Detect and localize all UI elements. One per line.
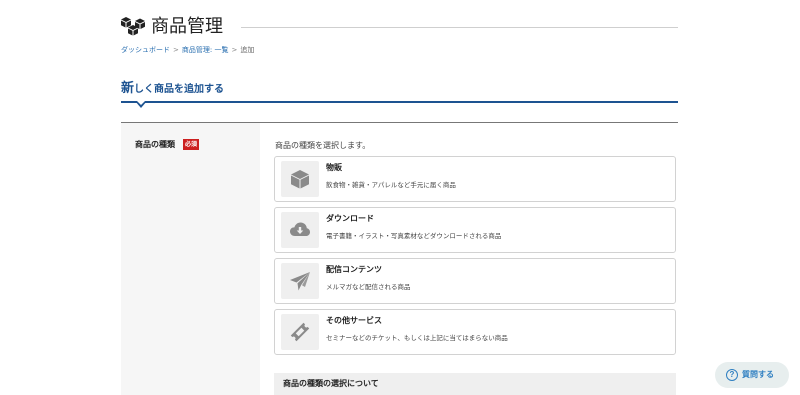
option-physical-goods[interactable]: 物販 飲食物・雑貨・アパレルなど手元に届く商品 xyxy=(274,156,676,202)
breadcrumb-product-list[interactable]: 商品管理: 一覧 xyxy=(182,46,229,54)
option-delivery-content[interactable]: 配信コンテンツ メルマガなど配信される商品 xyxy=(274,258,676,304)
about-selection-box: 商品の種類の選択について xyxy=(274,373,676,395)
breadcrumb-dashboard[interactable]: ダッシュボード xyxy=(121,46,170,54)
help-button[interactable]: ? 質問する xyxy=(715,362,789,388)
option-download[interactable]: ダウンロード 電子書籍・イラスト・写真素材などダウンロードされる商品 xyxy=(274,207,676,253)
required-badge: 必須 xyxy=(183,139,200,150)
question-circle-icon: ? xyxy=(726,369,738,381)
section-title-initial: 新 xyxy=(121,81,135,96)
option-title: ダウンロード xyxy=(326,214,374,223)
option-icon-box xyxy=(281,212,319,248)
section-title-rest: しく商品を追加する xyxy=(134,84,225,95)
option-description: メルマガなど配信される商品 xyxy=(326,283,411,291)
box-icon xyxy=(291,170,309,189)
option-title: 配信コンテンツ xyxy=(326,265,382,274)
ticket-icon xyxy=(290,322,310,342)
header-rule xyxy=(241,27,678,28)
form-label-column xyxy=(121,123,260,395)
option-icon-box xyxy=(281,161,319,197)
option-description: セミナーなどのチケット、もしくは上記に当てはまらない商品 xyxy=(326,334,508,342)
breadcrumb-separator: > xyxy=(173,46,179,54)
cloud-download-icon xyxy=(290,222,310,236)
field-label-product-type: 商品の種類 xyxy=(135,140,175,149)
breadcrumb-separator: > xyxy=(231,46,238,54)
option-title: その他サービス xyxy=(326,316,382,325)
help-button-label: 質問する xyxy=(742,370,774,379)
section-title: 新しく商品を追加する xyxy=(121,81,224,98)
page-title: 商品管理 xyxy=(151,16,223,37)
boxes-icon xyxy=(121,17,145,36)
about-selection-title: 商品の種類の選択について xyxy=(283,379,379,388)
section-notch-inner xyxy=(137,101,145,105)
section-underline xyxy=(121,101,678,103)
page-header: 商品管理 xyxy=(121,14,678,40)
breadcrumb: ダッシュボード > 商品管理: 一覧 > 追加 xyxy=(121,45,254,55)
option-title: 物販 xyxy=(326,163,342,172)
option-description: 飲食物・雑貨・アパレルなど手元に届く商品 xyxy=(326,181,456,189)
field-instruction: 商品の種類を選択します。 xyxy=(275,141,371,150)
paper-plane-icon xyxy=(290,272,310,291)
option-other-services[interactable]: その他サービス セミナーなどのチケット、もしくは上記に当てはまらない商品 xyxy=(274,309,676,355)
option-description: 電子書籍・イラスト・写真素材などダウンロードされる商品 xyxy=(326,232,502,240)
option-icon-box xyxy=(281,314,319,350)
section-header: 新しく商品を追加する xyxy=(121,80,678,108)
option-icon-box xyxy=(281,263,319,299)
breadcrumb-current: 追加 xyxy=(240,46,255,54)
